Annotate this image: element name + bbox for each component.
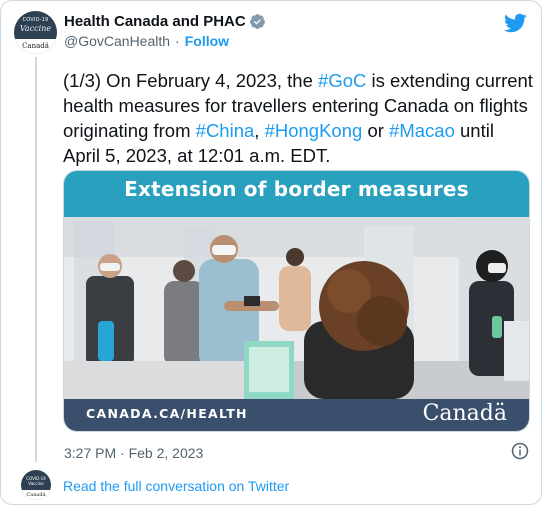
media-url-text: CANADA.CA/HEALTH [86, 406, 248, 421]
tweet-text: (1/3) On February 4, 2023, the #GoC is e… [63, 68, 533, 168]
author-block: Health Canada and PHAC @GovCanHealth · F… [64, 13, 266, 49]
tweet-text-segment: , [254, 120, 265, 141]
avatar-top-text: COVID-19 [22, 17, 49, 23]
hashtag-goc[interactable]: #GoC [318, 70, 366, 91]
footer-avatar-wordmark: Canadä [21, 490, 51, 500]
read-conversation-link[interactable]: Read the full conversation on Twitter [63, 478, 289, 494]
airport-photo [64, 171, 529, 431]
separator-dot: · [175, 33, 180, 49]
author-avatar[interactable]: COVID-19 Vaccine Canadä [14, 11, 57, 54]
canada-wordmark: Canadä [422, 401, 507, 426]
avatar-mid-text: Vaccine [19, 24, 52, 33]
hashtag-china[interactable]: #China [196, 120, 255, 141]
hashtag-macao[interactable]: #Macao [389, 120, 455, 141]
hashtag-hongkong[interactable]: #HongKong [265, 120, 363, 141]
media-title: Extension of border measures [124, 177, 469, 201]
twitter-bird-icon[interactable] [503, 11, 527, 35]
footer-avatar-top-text: COVID-19 Vaccine [26, 476, 46, 486]
tweet-card: COVID-19 Vaccine Canadä Health Canada an… [0, 0, 542, 505]
tweet-text-segment: or [362, 120, 390, 141]
author-handle[interactable]: @GovCanHealth [64, 33, 170, 49]
tweet-media-image[interactable]: Extension of border measures CANADA.CA/H… [63, 170, 530, 432]
tweet-text-segment: (1/3) On February 4, 2023, the [63, 70, 319, 91]
avatar-wordmark: Canadä [14, 39, 57, 54]
tweet-timestamp[interactable]: 3:27 PM · Feb 2, 2023 [64, 445, 203, 461]
info-icon[interactable] [511, 442, 529, 460]
verified-badge-icon [249, 14, 265, 29]
thread-line [35, 57, 37, 462]
author-name[interactable]: Health Canada and PHAC [64, 13, 246, 30]
footer-avatar[interactable]: COVID-19 Vaccine Canadä [21, 470, 51, 500]
follow-button[interactable]: Follow [185, 33, 229, 49]
